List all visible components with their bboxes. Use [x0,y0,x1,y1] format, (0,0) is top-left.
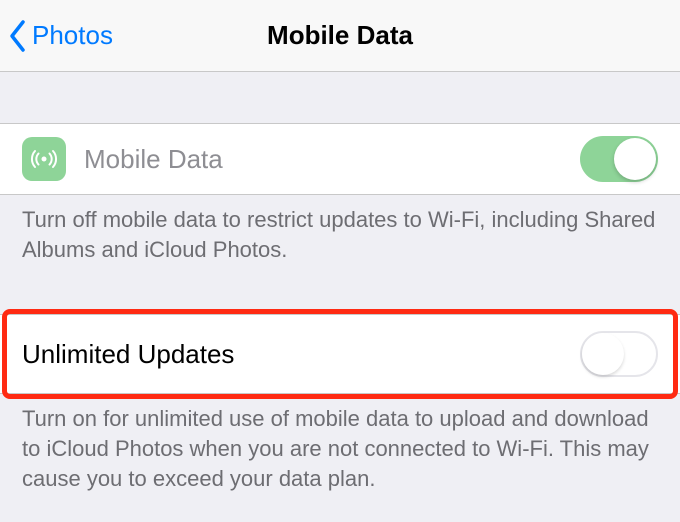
unlimited-updates-footer: Turn on for unlimited use of mobile data… [0,394,680,507]
mobile-data-label: Mobile Data [84,144,580,175]
unlimited-updates-row[interactable]: Unlimited Updates [0,314,680,394]
mobile-data-footer: Turn off mobile data to restrict updates… [0,195,680,278]
toggle-knob [582,333,624,375]
chevron-left-icon [8,19,28,53]
unlimited-updates-label: Unlimited Updates [22,339,580,370]
section-spacer [0,72,680,124]
unlimited-updates-toggle[interactable] [580,331,658,377]
section-spacer [0,278,680,314]
toggle-knob [614,138,656,180]
page-title: Mobile Data [267,20,413,51]
back-button[interactable]: Photos [8,19,113,53]
navigation-bar: Photos Mobile Data [0,0,680,72]
back-label: Photos [32,20,113,51]
mobile-data-toggle[interactable] [580,136,658,182]
antenna-icon [22,137,66,181]
mobile-data-row[interactable]: Mobile Data [0,124,680,195]
highlighted-section: Unlimited Updates [0,314,680,394]
